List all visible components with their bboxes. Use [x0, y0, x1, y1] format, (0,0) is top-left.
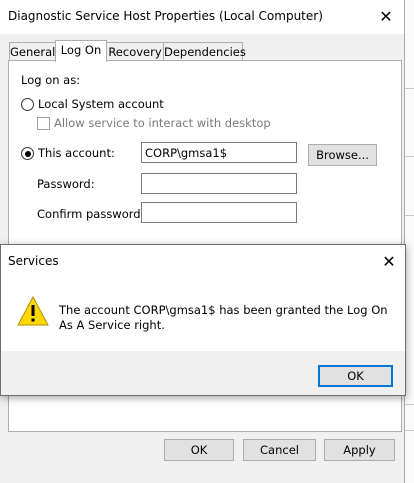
tab-log-on[interactable]: Log On — [55, 40, 107, 62]
tab-label: Recovery — [108, 45, 162, 59]
properties-close-button[interactable]: ✕ — [372, 4, 400, 28]
tab-label: Log On — [60, 43, 102, 57]
tab-label: Dependencies — [164, 45, 246, 59]
properties-titlebar: Diagnostic Service Host Properties (Loca… — [0, 0, 404, 34]
password-input[interactable] — [141, 173, 297, 194]
this-account-radio[interactable] — [21, 147, 34, 160]
close-icon: ✕ — [379, 6, 393, 26]
ok-button[interactable]: OK — [164, 439, 234, 461]
tab-dependencies[interactable]: Dependencies — [163, 42, 246, 61]
tab-recovery[interactable]: Recovery — [106, 42, 164, 61]
services-dialog-ok-button[interactable]: OK — [318, 365, 393, 387]
properties-title: Diagnostic Service Host Properties (Loca… — [8, 9, 323, 23]
background-divider — [405, 404, 414, 405]
this-account-label[interactable]: This account: — [38, 146, 115, 160]
services-dialog-close-button[interactable]: ✕ — [375, 249, 403, 273]
apply-button[interactable]: Apply — [324, 439, 395, 461]
background-divider — [405, 156, 414, 157]
background-divider — [405, 88, 414, 89]
close-icon: ✕ — [382, 251, 396, 271]
confirm-password-label: Confirm password: — [37, 207, 145, 221]
account-input[interactable]: CORP\gmsa1$ — [141, 142, 297, 163]
warning-icon — [17, 296, 49, 326]
tab-label: General — [10, 45, 56, 59]
browse-button[interactable]: Browse... — [308, 144, 377, 166]
background-divider — [405, 430, 414, 431]
password-label: Password: — [37, 177, 95, 191]
screen: Diagnostic Service Host Properties (Loca… — [0, 0, 414, 483]
local-system-radio[interactable] — [21, 98, 34, 111]
interact-desktop-label: Allow service to interact with desktop — [54, 116, 271, 130]
local-system-label[interactable]: Local System account — [38, 97, 164, 111]
background-window-strip — [405, 0, 414, 483]
background-divider — [405, 215, 414, 216]
services-dialog: Services ✕ The account CORP\gmsa1$ has b… — [0, 244, 406, 396]
confirm-password-input[interactable] — [141, 202, 297, 223]
cancel-button[interactable]: Cancel — [243, 439, 316, 461]
interact-desktop-checkbox[interactable] — [37, 117, 50, 130]
services-dialog-titlebar: Services ✕ — [1, 245, 405, 277]
services-dialog-title: Services — [8, 254, 59, 268]
tab-general[interactable]: General — [9, 42, 56, 61]
services-dialog-message: The account CORP\gmsa1$ has been granted… — [59, 303, 388, 332]
properties-window: Diagnostic Service Host Properties (Loca… — [0, 0, 405, 483]
log-on-as-heading: Log on as: — [21, 73, 81, 87]
